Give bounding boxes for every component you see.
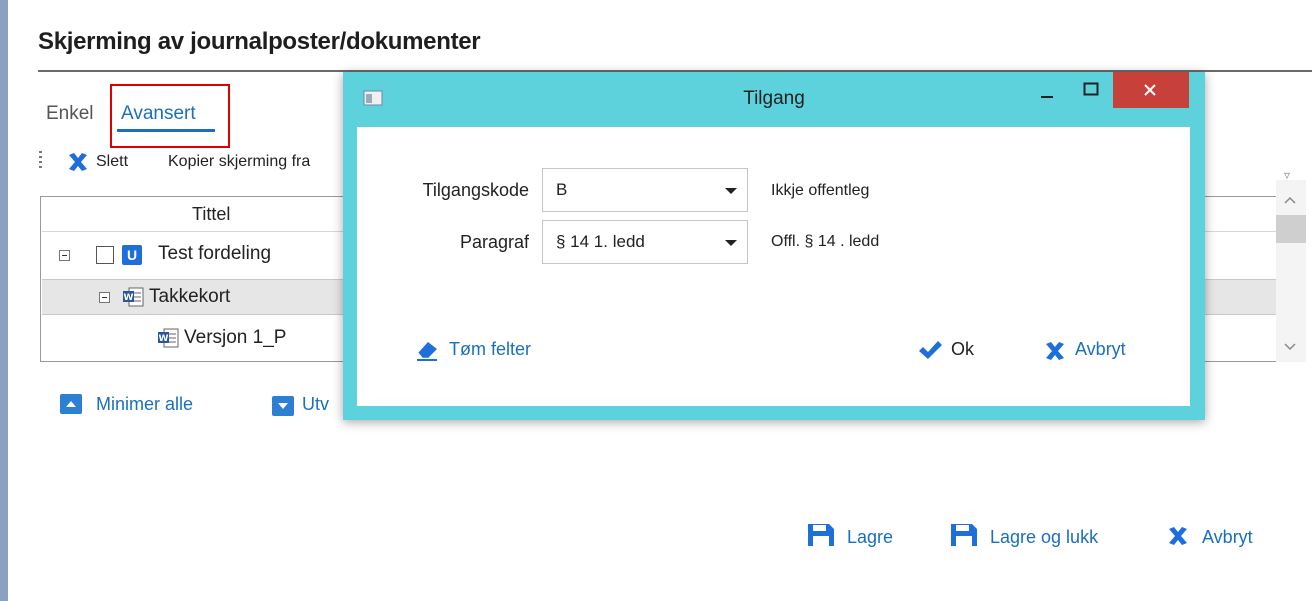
collapse-toggle-icon[interactable] [59, 250, 70, 261]
chevron-down-icon [725, 188, 737, 194]
close-icon [1169, 527, 1187, 545]
save-and-close-label: Lagre og lukk [990, 527, 1099, 547]
paragraf-select[interactable]: § 14 1. ledd [542, 220, 748, 264]
tilgangskode-label: Tilgangskode [422, 180, 529, 200]
delete-icon [69, 153, 87, 171]
svg-text:W: W [124, 293, 134, 303]
expand-all-label: Utv [302, 394, 329, 414]
minimize-icon[interactable] [1040, 88, 1054, 102]
paragraf-label: Paragraf [459, 232, 529, 252]
delete-label: Slett [96, 153, 129, 170]
tab-enkel[interactable]: Enkel [46, 103, 94, 125]
cancel-label: Avbryt [1202, 527, 1253, 547]
toolbar-grip [39, 151, 42, 169]
save-icon [808, 524, 834, 546]
highlight-annotation [110, 84, 230, 148]
close-icon [1046, 342, 1064, 360]
close-icon [1144, 84, 1156, 96]
eraser-icon [417, 342, 437, 361]
checkmark-icon [919, 341, 942, 359]
collapse-all-label: Minimer alle [96, 394, 194, 414]
scroll-up-icon[interactable] [1283, 195, 1297, 205]
dialog-cancel-label: Avbryt [1075, 339, 1126, 359]
clear-fields-label: Tøm felter [449, 339, 532, 359]
scroll-down-icon[interactable] [1283, 342, 1297, 352]
dialog-title: Tilgang [743, 88, 805, 109]
tilgangskode-select[interactable]: B [542, 168, 748, 212]
expand-all-icon [272, 396, 294, 416]
svg-text:W: W [159, 334, 169, 344]
scrollbar-thumb[interactable] [1276, 215, 1306, 243]
maximize-icon[interactable] [1083, 82, 1099, 96]
vertical-scrollbar[interactable] [1276, 180, 1306, 362]
row-label: Versjon 1_P [184, 327, 287, 348]
collapse-all-icon [60, 394, 82, 414]
word-document-icon: W [123, 287, 144, 307]
dialog-body: Tilgangskode B Ikkje offentleg Paragraf … [357, 127, 1190, 406]
page-title: Skjerming av journalposter/dokumenter [38, 28, 481, 55]
column-header-tittel[interactable]: Tittel [192, 204, 230, 225]
scroll-overflow-icon[interactable]: ▿ [1284, 168, 1290, 182]
window-close-button[interactable] [1113, 72, 1189, 108]
chevron-down-icon [725, 240, 737, 246]
tilgangskode-value: B [556, 180, 568, 199]
left-accent-bar [0, 0, 8, 601]
save-icon [951, 524, 977, 546]
copy-shielding-button[interactable]: Kopier skjerming fra [168, 153, 310, 171]
row-label: Test fordeling [158, 243, 272, 264]
row-label: Takkekort [149, 286, 231, 307]
tilgangskode-description: Ikkje offentleg [771, 182, 870, 199]
tilgang-dialog: Tilgang Tilgangskode B Ikkje offentleg P… [343, 72, 1205, 420]
save-label: Lagre [847, 527, 894, 547]
collapse-toggle-icon[interactable] [99, 292, 110, 303]
row-checkbox[interactable] [96, 246, 114, 264]
word-document-icon: W [158, 328, 179, 348]
paragraf-description: Offl. § 14 . ledd [771, 233, 880, 250]
paragraf-value: § 14 1. ledd [556, 232, 645, 251]
u-icon: U [122, 245, 142, 265]
ok-label: Ok [951, 339, 975, 359]
